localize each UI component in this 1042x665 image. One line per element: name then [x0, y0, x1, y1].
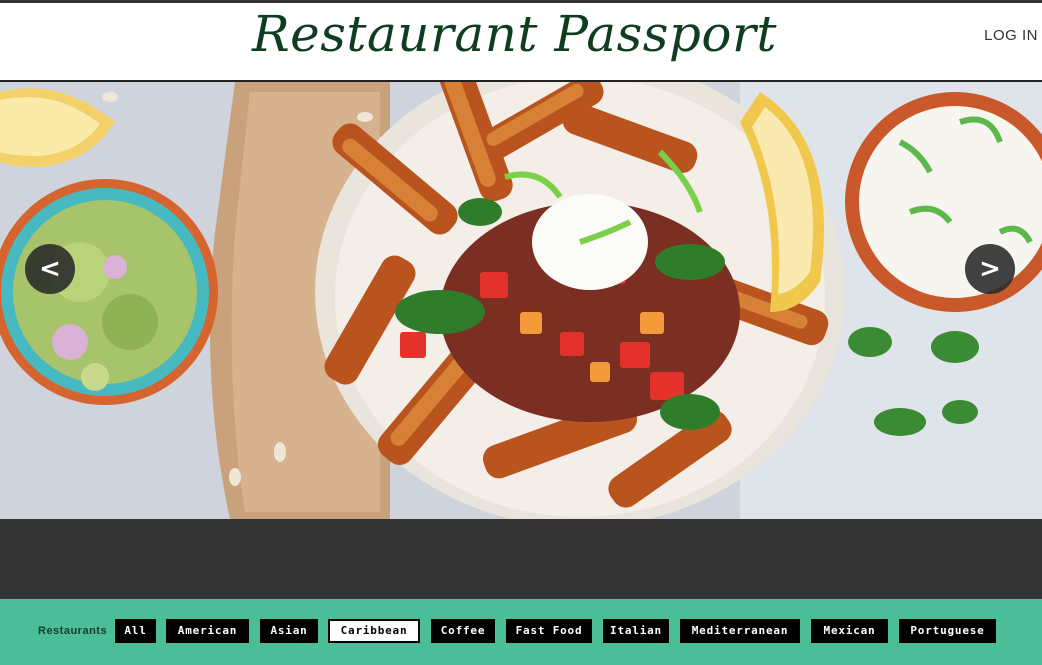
filter-button-asian[interactable]: Asian — [260, 619, 318, 643]
filter-label: Restaurants — [38, 625, 108, 637]
page: Restaurant Passport LOG IN < > Restauran… — [0, 0, 1042, 665]
restaurant-filter-bar: Restaurants All American Asian Caribbean… — [0, 599, 1042, 665]
filter-button-portuguese[interactable]: Portuguese — [899, 619, 996, 643]
food-photo-image — [0, 82, 1042, 519]
site-header: Restaurant Passport LOG IN — [0, 3, 1042, 82]
carousel-prev-button[interactable]: < — [25, 244, 75, 294]
filter-button-caribbean[interactable]: Caribbean — [328, 619, 420, 643]
dark-band — [0, 519, 1042, 599]
site-title[interactable]: Restaurant Passport — [252, 5, 777, 63]
filter-button-coffee[interactable]: Coffee — [431, 619, 495, 643]
carousel-next-button[interactable]: > — [965, 244, 1015, 294]
filter-button-mediterranean[interactable]: Mediterranean — [680, 619, 800, 643]
login-link[interactable]: LOG IN — [984, 27, 1038, 44]
filter-button-mexican[interactable]: Mexican — [811, 619, 888, 643]
filter-button-american[interactable]: American — [166, 619, 249, 643]
filter-button-fast-food[interactable]: Fast Food — [506, 619, 592, 643]
filter-button-all[interactable]: All — [115, 619, 156, 643]
hero-carousel: < > — [0, 82, 1042, 519]
filter-button-italian[interactable]: Italian — [603, 619, 669, 643]
